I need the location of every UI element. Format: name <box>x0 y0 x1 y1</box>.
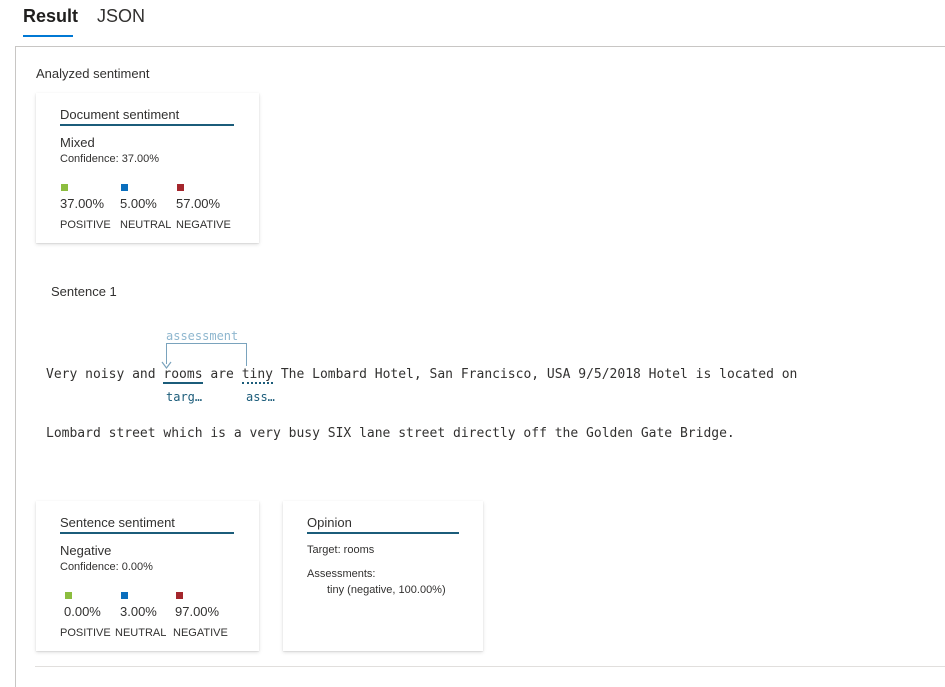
arrow-down-icon <box>161 357 172 369</box>
score-value: 57.00% <box>176 196 221 211</box>
negative-swatch-icon <box>176 592 183 599</box>
score-value: 97.00% <box>175 604 220 619</box>
score-value: 3.00% <box>120 604 157 619</box>
score-label: POSITIVE <box>60 627 111 639</box>
card-title: Opinion <box>307 515 459 534</box>
score-value: 37.00% <box>60 196 105 211</box>
positive-swatch-icon <box>61 184 68 191</box>
relation-arc-right <box>246 343 247 366</box>
assessments-heading: Assessments: <box>307 568 376 580</box>
relation-label: assessment <box>166 329 239 343</box>
tab-result[interactable]: Result <box>23 6 78 27</box>
section-title: Analyzed sentiment <box>36 66 150 81</box>
assessment-item: tiny (negative, 100.00%) <box>327 584 446 596</box>
target-tag: targ… <box>166 390 203 404</box>
sentence-line-1: Very noisy and rooms are tiny The Lombar… <box>46 367 798 384</box>
score-value: 0.00% <box>64 604 101 619</box>
opinion-card: Opinion Target: rooms Assessments: tiny … <box>283 501 483 651</box>
confidence-text: Confidence: 0.00% <box>60 561 153 573</box>
score-label: POSITIVE <box>60 219 111 231</box>
score-value: 5.00% <box>120 196 157 211</box>
active-tab-indicator <box>23 35 73 37</box>
sentiment-label: Negative <box>60 543 112 558</box>
score-label: NEGATIVE <box>176 219 231 231</box>
card-title: Document sentiment <box>60 107 234 126</box>
sentence-sentiment-card: Sentence sentiment Negative Confidence: … <box>36 501 259 651</box>
assessment-tag: ass… <box>246 390 275 404</box>
document-sentiment-card: Document sentiment Mixed Confidence: 37.… <box>36 93 259 243</box>
tab-bar: Result JSON <box>0 0 945 46</box>
neutral-swatch-icon <box>121 184 128 191</box>
confidence-text: Confidence: 37.00% <box>60 153 160 165</box>
opinion-target: Target: rooms <box>307 544 375 556</box>
divider <box>35 666 945 667</box>
assessment-word[interactable]: tiny <box>241 367 273 384</box>
negative-swatch-icon <box>177 184 184 191</box>
score-label: NEGATIVE <box>173 627 228 639</box>
positive-swatch-icon <box>65 592 72 599</box>
relation-arc <box>166 343 247 344</box>
neutral-swatch-icon <box>121 592 128 599</box>
text-segment: are <box>202 367 242 382</box>
target-word[interactable]: rooms <box>163 367 203 384</box>
score-label: NEUTRAL <box>115 627 167 639</box>
score-label: NEUTRAL <box>120 219 172 231</box>
card-title: Sentence sentiment <box>60 515 234 534</box>
sentiment-label: Mixed <box>60 135 95 150</box>
sentence-line-2: Lombard street which is a very busy SIX … <box>46 426 735 441</box>
text-segment: The Lombard Hotel, San Francisco, USA 9/… <box>273 367 798 382</box>
sentence-title: Sentence 1 <box>51 284 117 299</box>
tab-json[interactable]: JSON <box>97 6 145 27</box>
text-segment: Very noisy and <box>46 367 164 382</box>
